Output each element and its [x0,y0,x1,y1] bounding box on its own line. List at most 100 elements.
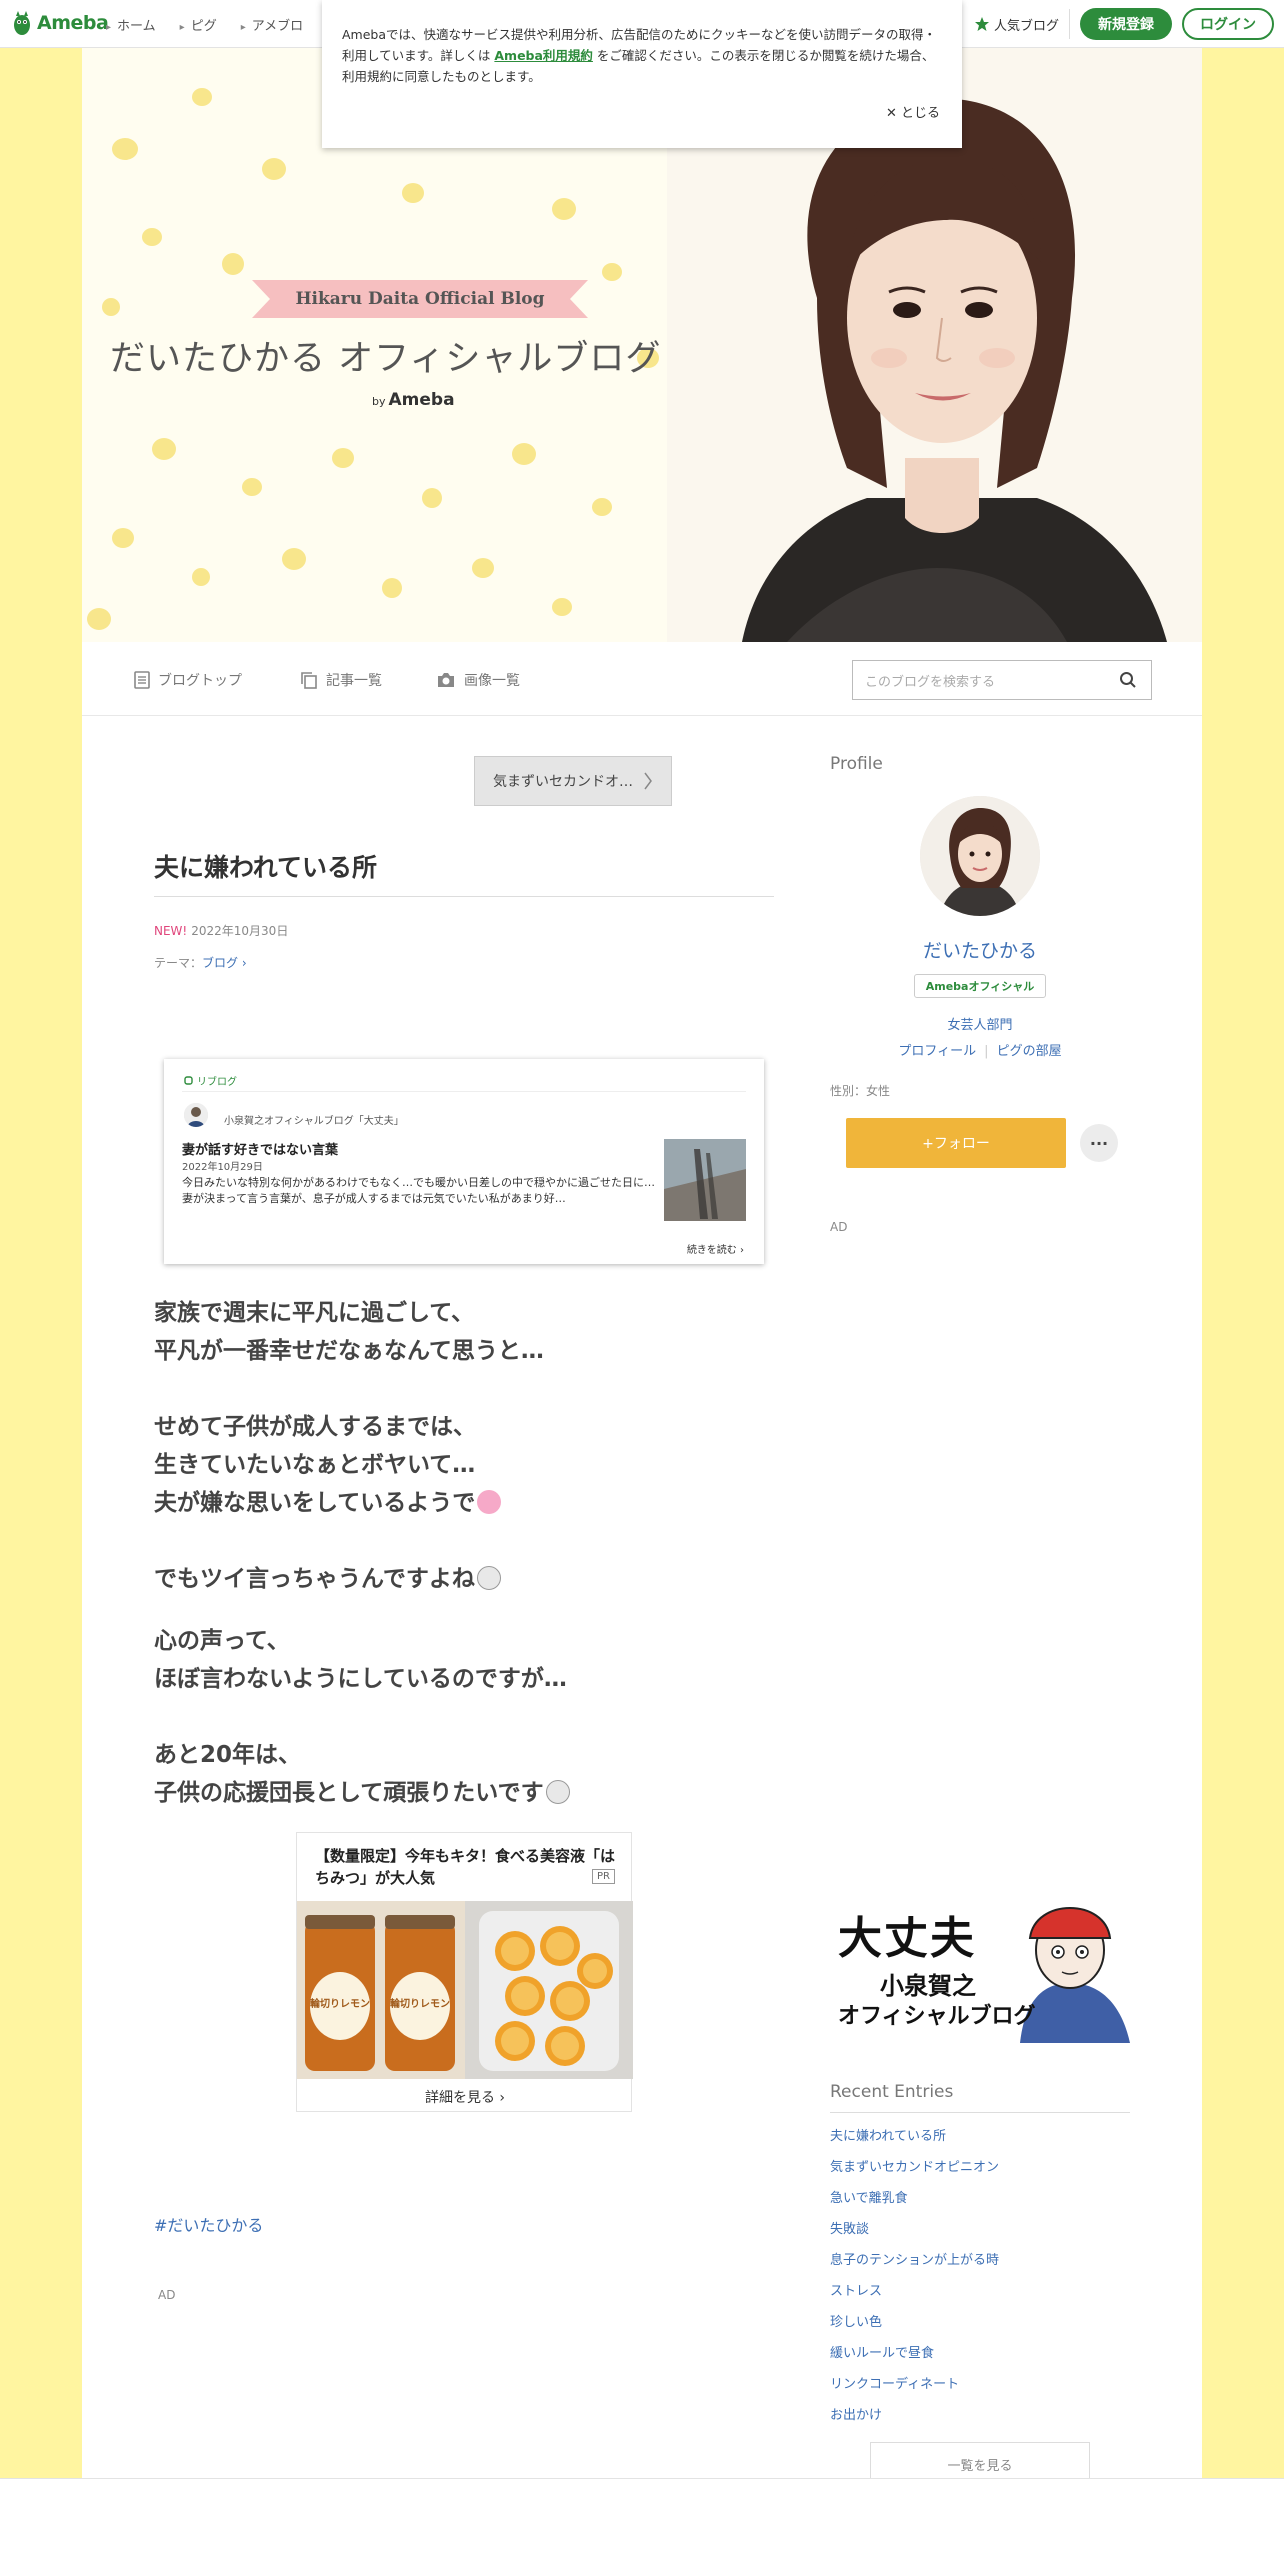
ameba-mascot-icon [14,11,30,35]
reblog-entry-date: 2022年10月29日 [182,1162,263,1173]
ad-card-title: 【数量限定】今年もキタ！食べる美容液「はちみつ」が大人気 [315,1847,616,1887]
recent-entry-link[interactable]: 気まずいセカンドオピニオン [830,2157,1130,2188]
pigg-room-link[interactable]: ピグの部屋 [997,1044,1062,1059]
chevron-right-icon: › [241,956,247,970]
previous-entry-button[interactable]: 気まずいセカンドオ… [474,756,672,806]
cookie-notice: Amebaでは、快適なサービス提供や利用分析、広告配信のためにクッキーなどを使い… [322,0,962,148]
profile-name[interactable]: だいたひかる [830,936,1130,963]
reblog-excerpt: 今日みたいな特別な何かがあるわけでもなく…でも暖かい日差しの中で穏やかに過ごせた… [182,1176,655,1205]
image-list-tab[interactable]: 画像一覧 [436,670,520,690]
article-date: 2022年10月30日 [191,924,289,938]
profile-heading: Profile [830,754,883,774]
paragraph-3: でもツイ言っちゃうんですよね [154,1560,501,1598]
recent-entry-link[interactable]: ストレス [830,2281,1130,2312]
by-ameba-logo: by Ameba [372,390,455,410]
reblog-card[interactable]: リブログ 小泉賀之オフィシャルブログ「大丈夫」 妻が話す好きではない言葉 202… [164,1059,764,1264]
paragraph-5-line-2: 子供の応援団長として頑張りたいです [154,1774,570,1812]
genre-link[interactable]: 女芸人部門 [830,1014,1130,1033]
daijoubu-blog-banner[interactable]: 大丈夫 小泉賀之 オフィシャルブログ [830,1888,1130,2043]
paragraph-1-line-1: 家族で週末に平凡に過ごして、 [154,1300,475,1326]
ad-detail-link[interactable]: 詳細を見る › [297,2087,633,2107]
recent-entry-link[interactable]: 失敗談 [830,2219,1130,2250]
nav-ameblo[interactable]: アメブロ [241,15,303,34]
paragraph-4-line-2: ほぼ言わないようにしているのですが… [154,1666,567,1692]
profile-gender: 性別：女性 [830,1084,891,1098]
nav-home[interactable]: ホーム [106,15,156,34]
entry-list-tab[interactable]: 記事一覧 [300,670,382,690]
nav-pigg[interactable]: ピグ [180,15,217,34]
previous-entry-label: 気まずいセカンドオ… [493,774,633,790]
recent-entry-link[interactable]: 珍しい色 [830,2312,1130,2343]
more-options-button[interactable]: ··· [1080,1124,1118,1162]
ad-card[interactable]: 【数量限定】今年もキタ！食べる美容液「はちみつ」が大人気 PR 輪切りレモン 輪… [296,1832,633,2112]
star-icon [974,17,989,31]
profile-avatar[interactable] [920,796,1040,916]
entry-list-label: 記事一覧 [326,673,382,689]
recent-entry-link[interactable]: 急いで離乳食 [830,2188,1130,2219]
paragraph-5-line-2-text: 子供の応援団長として頑張りたいです [154,1780,544,1806]
new-badge: NEW! [154,924,188,938]
paragraph-1-line-2: 平凡が一番幸せだなぁなんて思うと… [154,1338,544,1364]
paragraph-1: 家族で週末に平凡に過ごして、 平凡が一番幸せだなぁなんて思うと… [154,1294,544,1370]
paragraph-3-line-1-text: でもツイ言っちゃうんですよね [154,1566,475,1592]
paragraph-4-line-1: 心の声って、 [154,1628,290,1654]
sidebar-ad-label: AD [830,1220,848,1234]
terms-link[interactable]: Ameba利用規約 [494,48,593,63]
camera-icon [438,673,454,687]
ad-detail-label: 詳細を見る [424,2090,495,2106]
banner-title: 大丈夫 [838,1913,976,1964]
pr-badge: PR [592,1869,615,1884]
smile-emoji-icon [545,1780,570,1804]
profile-links: プロフィール | ピグの部屋 [830,1040,1130,1059]
chevron-right-icon [644,772,652,790]
reblog-label-text: リブログ [197,1077,237,1088]
official-badge: Amebaオフィシャル [914,974,1046,998]
theme-label: テーマ： [154,956,203,970]
hashtag-link[interactable]: #だいたひかる [154,2212,263,2236]
blog-top-tab[interactable]: ブログトップ [134,670,242,690]
reblog-label: リブログ [184,1073,237,1088]
paragraph-2: せめて子供が成人するまでは、 生きていたいなぁとボヤいて… 夫が嫌な思いをしてい… [154,1408,502,1522]
reblog-icon [184,1076,193,1085]
profile-link[interactable]: プロフィール [898,1044,976,1059]
global-nav: ホーム ピグ アメブロ [106,15,303,34]
reblog-divider [182,1091,746,1092]
copy-icon [301,672,317,689]
paragraph-5-line-1: あと20年は、 [154,1742,302,1768]
recent-entry-link[interactable]: 息子のテンションが上がる時 [830,2250,1130,2281]
document-icon [134,671,150,689]
search-icon[interactable] [1119,671,1137,689]
paragraph-4: 心の声って、 ほぼ言わないようにしているのですが… [154,1622,567,1698]
recent-entry-link[interactable]: 緩いルールで昼食 [830,2343,1130,2374]
theme-link[interactable]: ブログ [202,956,238,970]
blog-search-input[interactable]: このブログを検索する [852,660,1152,700]
paragraph-2-line-3: 夫が嫌な思いをしているようで [154,1484,502,1522]
bottom-bar [0,2478,1284,2568]
blog-subnav: ブログトップ 記事一覧 画像一覧 このブログを検索する [82,642,1202,716]
cookie-close-button[interactable]: ✕ とじる [886,102,940,121]
link-separator: | [984,1044,989,1059]
jar-label-left: 輪切りレモン [310,1999,370,2010]
popular-blog-link[interactable]: 人気ブログ [974,9,1070,39]
paragraph-2-line-2: 生きていたいなぁとボヤいて… [154,1452,476,1478]
follow-button[interactable]: +フォロー [846,1118,1066,1168]
recent-entries-divider [830,2112,1130,2113]
banner-subtitle: オフィシャルブログ [838,2004,1036,2029]
paragraph-2-line-3-text: 夫が嫌な思いをしているようで [154,1490,476,1516]
reblog-source-avatar [184,1103,208,1127]
recent-entry-link[interactable]: リンクコーディネート [830,2374,1130,2405]
recent-entry-link[interactable]: お出かけ [830,2405,1130,2436]
paragraph-3-line-1: でもツイ言っちゃうんですよね [154,1560,501,1598]
recent-entry-link[interactable]: 夫に嫌われている所 [830,2126,1130,2157]
article-title: 夫に嫌われている所 [154,853,378,882]
read-more-link[interactable]: 続きを読む › [687,1241,744,1256]
chevron-right-icon: › [499,2090,506,2106]
ad-lemon-slices-image [465,1901,633,2079]
reblog-entry-title: 妻が話す好きではない言葉 [182,1143,339,1158]
ameba-logo[interactable]: Ameba [12,10,109,36]
login-button[interactable]: ログイン [1182,8,1274,40]
by-label: by [372,395,386,408]
blog-page: Hikaru Daita Official Blog だいたひかる オフィシャル… [82,48,1202,2486]
ameba-logo-text: Ameba [37,12,109,34]
register-button[interactable]: 新規登録 [1080,8,1172,40]
